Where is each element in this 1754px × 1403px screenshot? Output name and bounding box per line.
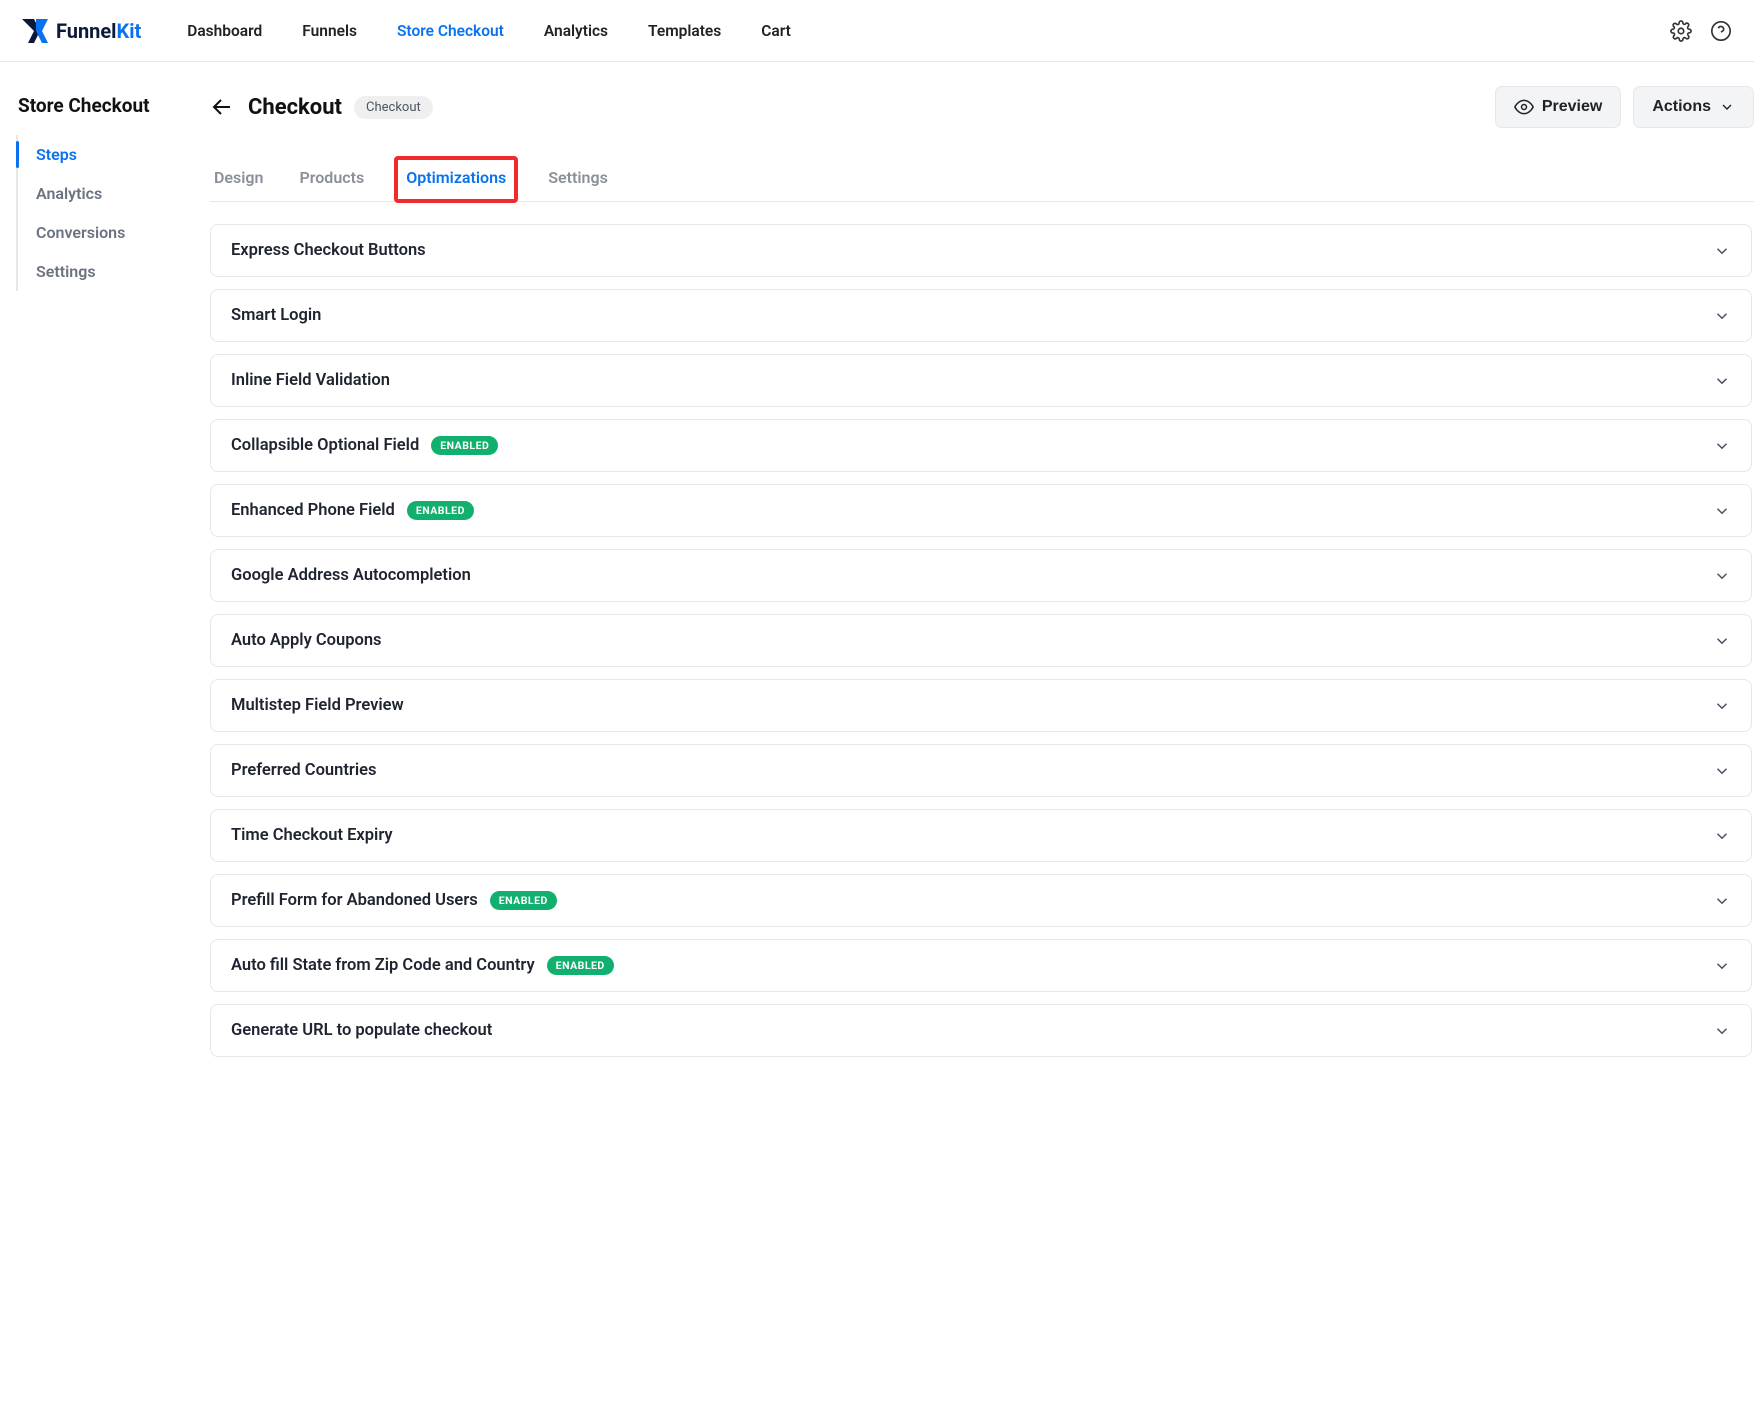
chevron-down-icon [1719,99,1735,115]
accordion-row[interactable]: Collapsible Optional Field ENABLED [210,419,1752,472]
main-content: Checkout Checkout Preview Actions Design… [210,62,1754,1097]
topnav-item[interactable]: Store Checkout [397,22,504,40]
brand-text: FunnelKit [56,19,141,43]
enabled-badge: ENABLED [407,501,474,520]
chevron-down-icon [1713,307,1731,325]
chevron-down-icon [1713,567,1731,585]
accordion-row[interactable]: Generate URL to populate checkout [210,1004,1752,1057]
topnav-item[interactable]: Templates [648,22,721,40]
accordion-title: Time Checkout Expiry [231,826,393,845]
preview-button[interactable]: Preview [1495,86,1621,128]
chevron-down-icon [1713,632,1731,650]
chevron-down-icon [1713,957,1731,975]
accordion-title: Enhanced Phone Field [231,501,395,520]
accordion-row[interactable]: Smart Login [210,289,1752,342]
topnav-item[interactable]: Cart [761,22,791,40]
chevron-down-icon [1713,502,1731,520]
enabled-badge: ENABLED [547,956,614,975]
topbar-right [1670,20,1732,42]
actions-label: Actions [1652,98,1711,116]
enabled-badge: ENABLED [490,891,557,910]
accordion-title: Prefill Form for Abandoned Users [231,891,478,910]
accordion-row[interactable]: Inline Field Validation [210,354,1752,407]
chevron-down-icon [1713,892,1731,910]
chevron-down-icon [1713,242,1731,260]
accordion-title: Auto Apply Coupons [231,631,382,650]
accordion-row[interactable]: Multistep Field Preview [210,679,1752,732]
tabs: Design Products Optimizations Settings [210,158,1754,202]
accordion-title: Generate URL to populate checkout [231,1021,492,1040]
enabled-badge: ENABLED [431,436,498,455]
accordion-title: Auto fill State from Zip Code and Countr… [231,956,535,975]
topbar: FunnelKit Dashboard Funnels Store Checkout… [0,0,1754,62]
tab[interactable]: Optimizations [396,158,516,201]
accordion-title: Collapsible Optional Field [231,436,419,455]
page-type-badge: Checkout [354,96,433,119]
sidebar: Store Checkout StepsAnalyticsConversions… [0,62,210,1097]
sidebar-title: Store Checkout [0,90,210,135]
top-navigation: Dashboard Funnels Store Checkout Analytics T… [187,22,791,40]
accordion-title: Inline Field Validation [231,371,390,390]
accordion-row[interactable]: Enhanced Phone Field ENABLED [210,484,1752,537]
accordion-row[interactable]: Time Checkout Expiry [210,809,1752,862]
tab[interactable]: Design [210,158,267,201]
chevron-down-icon [1713,372,1731,390]
accordion-row[interactable]: Prefill Form for Abandoned Users ENABLED [210,874,1752,927]
accordion-row[interactable]: Express Checkout Buttons [210,224,1752,277]
help-icon[interactable] [1710,20,1732,42]
topnav-item[interactable]: Analytics [544,22,608,40]
tab[interactable]: Products [295,158,368,201]
accordion-row[interactable]: Google Address Autocompletion [210,549,1752,602]
accordion-row[interactable]: Auto Apply Coupons [210,614,1752,667]
chevron-down-icon [1713,437,1731,455]
sidebar-item[interactable]: Settings [36,252,210,291]
topnav-item[interactable]: Funnels [302,22,357,40]
accordion-title: Express Checkout Buttons [231,241,426,260]
tab[interactable]: Settings [544,158,612,201]
accordion-title: Smart Login [231,306,321,325]
chevron-down-icon [1713,697,1731,715]
header-actions: Preview Actions [1495,86,1754,128]
eye-icon [1514,97,1534,117]
actions-button[interactable]: Actions [1633,86,1754,128]
accordion-title: Preferred Countries [231,761,376,780]
chevron-down-icon [1713,827,1731,845]
accordion-row[interactable]: Auto fill State from Zip Code and Countr… [210,939,1752,992]
brand-funnel: Funnel [56,19,116,43]
sidebar-item[interactable]: Analytics [36,174,210,213]
settings-gear-icon[interactable] [1670,20,1692,42]
accordion-row[interactable]: Preferred Countries [210,744,1752,797]
arrow-left-icon [210,95,234,119]
main-header: Checkout Checkout Preview Actions [210,86,1754,140]
accordion-title: Multistep Field Preview [231,696,404,715]
optimizations-accordion: Express Checkout Buttons Smart Login Inlin… [210,224,1754,1057]
sidebar-item[interactable]: Steps [36,135,210,174]
preview-label: Preview [1542,98,1602,116]
accordion-title: Google Address Autocompletion [231,566,471,585]
sidebar-item[interactable]: Conversions [36,213,210,252]
topnav-item[interactable]: Dashboard [187,22,262,40]
back-button[interactable] [210,95,234,119]
sidebar-list: StepsAnalyticsConversionsSettings [16,135,210,291]
brand-kit: Kit [116,19,141,43]
chevron-down-icon [1713,1022,1731,1040]
page-title: Checkout [248,95,342,120]
chevron-down-icon [1713,762,1731,780]
logo-icon [22,19,50,43]
brand-logo[interactable]: FunnelKit [22,19,141,43]
